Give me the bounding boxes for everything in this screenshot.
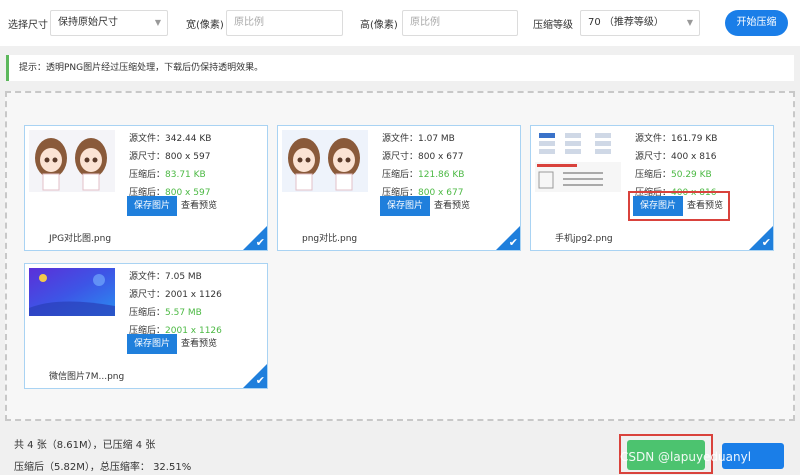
source-file-label: 源文件： xyxy=(129,134,166,144)
file-thumbnail xyxy=(535,130,621,192)
height-input[interactable]: 原比例 xyxy=(402,10,518,36)
file-info: 源文件：342.44 KB 源尺寸：800 x 597 压缩后：83.71 KB… xyxy=(129,130,211,202)
source-size-value: 2001 x 1126 xyxy=(165,290,222,300)
file-dropzone[interactable]: 源文件：342.44 KB 源尺寸：800 x 597 压缩后：83.71 KB… xyxy=(5,91,795,421)
source-size-label: 源尺寸： xyxy=(382,152,419,162)
preview-link[interactable]: 查看预览 xyxy=(181,336,217,352)
size-select-value: 保持原始尺寸 xyxy=(58,17,118,28)
width-placeholder: 原比例 xyxy=(234,17,264,28)
checkmark-icon: ✔ xyxy=(255,374,265,387)
source-size-label: 源尺寸： xyxy=(635,152,672,162)
size-label: 选择尺寸 xyxy=(8,20,48,31)
toolbar: 选择尺寸 保持原始尺寸 ▼ 宽(像素) 原比例 高(像素) 原比例 压缩等级 7… xyxy=(0,0,800,46)
file-thumbnail xyxy=(29,130,115,192)
source-file-value: 161.79 KB xyxy=(671,134,718,144)
height-label: 高(像素) xyxy=(360,20,398,31)
source-file-value: 342.44 KB xyxy=(165,134,212,144)
watermark: CSDN @lapuyeduanyl xyxy=(620,450,752,464)
source-file-label: 源文件： xyxy=(382,134,419,144)
level-label: 压缩等级 xyxy=(533,20,573,31)
checkmark-icon: ✔ xyxy=(508,236,518,249)
source-file-value: 1.07 MB xyxy=(418,134,455,144)
file-name: png对比.png xyxy=(302,234,358,244)
file-info: 源文件：1.07 MB 源尺寸：800 x 677 压缩后：121.86 KB … xyxy=(382,130,464,202)
source-size-value: 800 x 677 xyxy=(418,152,464,162)
preview-link[interactable]: 查看预览 xyxy=(181,198,217,214)
save-image-button[interactable]: 保存图片 xyxy=(127,334,177,354)
source-size-value: 400 x 816 xyxy=(671,152,717,162)
compressed-file-label: 压缩后： xyxy=(635,170,672,180)
file-card[interactable]: 源文件：161.79 KB 源尺寸：400 x 816 压缩后：50.29 KB… xyxy=(530,125,774,251)
file-name: 手机jpg2.png xyxy=(555,234,613,244)
source-file-label: 源文件： xyxy=(129,272,166,282)
file-thumbnail xyxy=(282,130,368,192)
source-file-label: 源文件： xyxy=(635,134,672,144)
save-image-button[interactable]: 保存图片 xyxy=(380,196,430,216)
source-file-value: 7.05 MB xyxy=(165,272,202,282)
size-select[interactable]: 保持原始尺寸 ▼ xyxy=(50,10,168,36)
compressed-file-value: 50.29 KB xyxy=(671,170,712,180)
file-card[interactable]: 源文件：342.44 KB 源尺寸：800 x 597 压缩后：83.71 KB… xyxy=(24,125,268,251)
compressed-file-value: 83.71 KB xyxy=(165,170,206,180)
compressed-file-label: 压缩后： xyxy=(129,308,166,318)
source-size-value: 800 x 597 xyxy=(165,152,211,162)
highlight-box xyxy=(628,191,730,221)
summary-count: 共 4 张（8.61M），已压缩 4 张 xyxy=(14,440,156,451)
summary-ratio: 压缩后（5.82M），总压缩率： 32.51% xyxy=(14,462,192,473)
file-name: 微信图片7M...png xyxy=(49,372,125,382)
chevron-down-icon: ▼ xyxy=(154,18,161,27)
compressed-file-label: 压缩后： xyxy=(382,170,419,180)
level-select[interactable]: 70 （推荐等级） ▼ xyxy=(580,10,700,36)
start-compress-button[interactable]: 开始压缩 xyxy=(725,10,788,36)
checkmark-icon: ✔ xyxy=(761,236,771,249)
tip-banner: 提示：透明PNG图片经过压缩处理，下载后仍保持透明效果。 xyxy=(6,55,794,81)
file-card[interactable]: 源文件：1.07 MB 源尺寸：800 x 677 压缩后：121.86 KB … xyxy=(277,125,521,251)
file-name: JPG对比图.png xyxy=(49,234,112,244)
chevron-down-icon: ▼ xyxy=(686,18,693,27)
source-size-label: 源尺寸： xyxy=(129,152,166,162)
file-card[interactable]: 源文件：7.05 MB 源尺寸：2001 x 1126 压缩后：5.57 MB … xyxy=(24,263,268,389)
width-input[interactable]: 原比例 xyxy=(226,10,343,36)
compressed-file-value: 5.57 MB xyxy=(165,308,202,318)
source-size-label: 源尺寸： xyxy=(129,290,166,300)
save-image-button[interactable]: 保存图片 xyxy=(127,196,177,216)
compressed-file-value: 121.86 KB xyxy=(418,170,465,180)
file-thumbnail xyxy=(29,268,115,316)
level-select-value: 70 （推荐等级） xyxy=(588,17,664,28)
compressed-file-label: 压缩后： xyxy=(129,170,166,180)
preview-link[interactable]: 查看预览 xyxy=(434,198,470,214)
checkmark-icon: ✔ xyxy=(255,236,265,249)
height-placeholder: 原比例 xyxy=(410,17,440,28)
width-label: 宽(像素) xyxy=(186,20,224,31)
file-info: 源文件：7.05 MB 源尺寸：2001 x 1126 压缩后：5.57 MB … xyxy=(129,268,222,340)
